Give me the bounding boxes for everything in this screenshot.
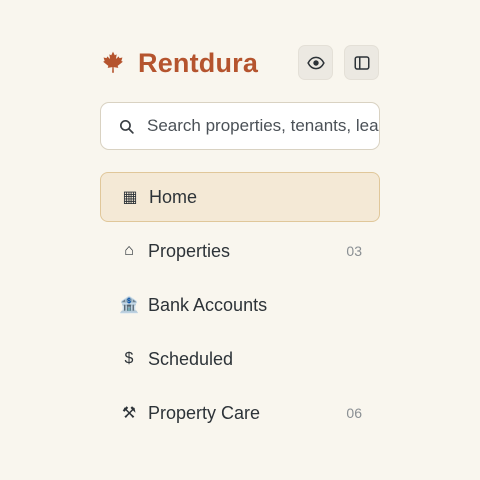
sidebar-toggle-icon: [354, 55, 369, 70]
sidebar-item-label: Bank Accounts: [148, 294, 268, 315]
bank-icon: 🏦: [119, 297, 139, 314]
search-box[interactable]: [100, 102, 380, 150]
search-icon: [119, 119, 134, 134]
sidebar: Rentdura ▦ Home ⌂ Properties: [100, 44, 380, 423]
preview-toggle-button[interactable]: [298, 45, 333, 80]
sidebar-item-bank-accounts[interactable]: 🏦 Bank Accounts: [100, 280, 380, 330]
sidebar-item-property-care[interactable]: ⚒ Property Care 06: [100, 388, 380, 438]
sidebar-item-label: Scheduled: [148, 348, 234, 369]
count-badge: 03: [346, 243, 362, 259]
sidebar-item-scheduled[interactable]: $ Scheduled: [100, 334, 380, 384]
sidebar-item-label: Properties: [148, 240, 231, 261]
dollar-icon: $: [124, 350, 134, 367]
sidebar-item-properties[interactable]: ⌂ Properties 03: [100, 226, 380, 276]
sidebar-item-label: Home: [149, 186, 198, 207]
count-badge: 06: [346, 405, 362, 421]
sidebar-toggle-button[interactable]: [344, 45, 379, 80]
brand-name: Rentdura: [138, 47, 259, 78]
brand[interactable]: Rentdura: [100, 44, 258, 82]
search-input[interactable]: [147, 116, 379, 136]
maple-leaf-icon: [103, 51, 123, 73]
sidebar-item-label: Property Care: [148, 402, 261, 423]
eye-icon: [306, 56, 325, 69]
sidebar-nav: ▦ Home ⌂ Properties 03 🏦 Bank Accounts $…: [100, 172, 380, 442]
sidebar-header: Rentdura: [100, 44, 380, 82]
tools-icon: ⚒: [121, 405, 137, 422]
grid-icon: ▦: [122, 189, 138, 206]
sidebar-item-home[interactable]: ▦ Home: [100, 172, 380, 222]
house-icon: ⌂: [124, 242, 134, 259]
